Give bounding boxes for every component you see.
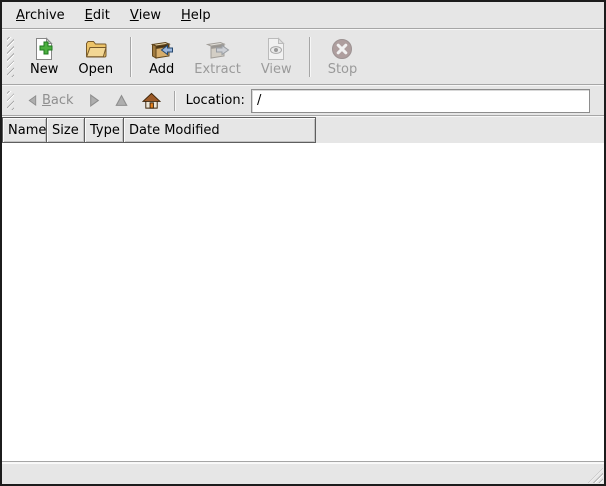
column-header-filler [316, 117, 604, 143]
archive-manager-window: Archive Edit View Help New [0, 0, 606, 486]
column-header-row: Name Size Type Date Modified [2, 117, 604, 143]
stop-button-label: Stop [328, 62, 358, 77]
stop-icon [330, 37, 354, 61]
menu-view[interactable]: View [120, 2, 171, 28]
status-bar [2, 463, 604, 484]
file-list-area[interactable] [2, 143, 604, 461]
view-file-icon [264, 37, 288, 61]
column-header-type[interactable]: Type [84, 117, 124, 143]
toolbar-separator [309, 37, 311, 77]
view-button-label: View [261, 62, 292, 77]
open-archive-icon [84, 37, 108, 61]
main-toolbar: New Open Add [2, 30, 604, 84]
back-button: Back [20, 90, 81, 111]
location-bar: Back Location: [2, 86, 604, 115]
resize-grip-icon[interactable] [588, 468, 603, 483]
location-input[interactable] [251, 89, 590, 113]
menu-bar: Archive Edit View Help [2, 2, 604, 28]
home-icon [142, 91, 161, 110]
location-bar-grip[interactable] [7, 91, 14, 110]
forward-button [81, 91, 108, 110]
location-label: Location: [186, 93, 245, 108]
column-header-size[interactable]: Size [46, 117, 85, 143]
column-header-name[interactable]: Name [2, 117, 47, 143]
toolbar-separator [130, 37, 132, 77]
location-bar-separator [174, 91, 176, 111]
extract-icon [206, 37, 230, 61]
extract-button: Extract [184, 34, 251, 80]
add-button-label: Add [149, 62, 174, 77]
menu-help[interactable]: Help [171, 2, 221, 28]
toolbar-grip[interactable] [7, 37, 14, 77]
open-button[interactable]: Open [68, 34, 123, 80]
stop-button: Stop [318, 34, 368, 80]
new-archive-icon [32, 37, 56, 61]
view-button: View [251, 34, 302, 80]
open-button-label: Open [78, 62, 113, 77]
home-button[interactable] [135, 88, 168, 113]
extract-button-label: Extract [194, 62, 241, 77]
menu-edit[interactable]: Edit [75, 2, 120, 28]
new-button-label: New [30, 62, 58, 77]
forward-arrow-icon [88, 94, 101, 107]
add-files-icon [150, 37, 174, 61]
menu-archive[interactable]: Archive [6, 2, 75, 28]
up-arrow-icon [115, 94, 128, 107]
file-list-panel: Name Size Type Date Modified [2, 117, 604, 461]
back-button-label: Back [42, 93, 74, 108]
up-button [108, 91, 135, 110]
add-button[interactable]: Add [139, 34, 184, 80]
back-arrow-icon [27, 95, 38, 106]
new-button[interactable]: New [20, 34, 68, 80]
column-header-date-modified[interactable]: Date Modified [123, 117, 316, 143]
